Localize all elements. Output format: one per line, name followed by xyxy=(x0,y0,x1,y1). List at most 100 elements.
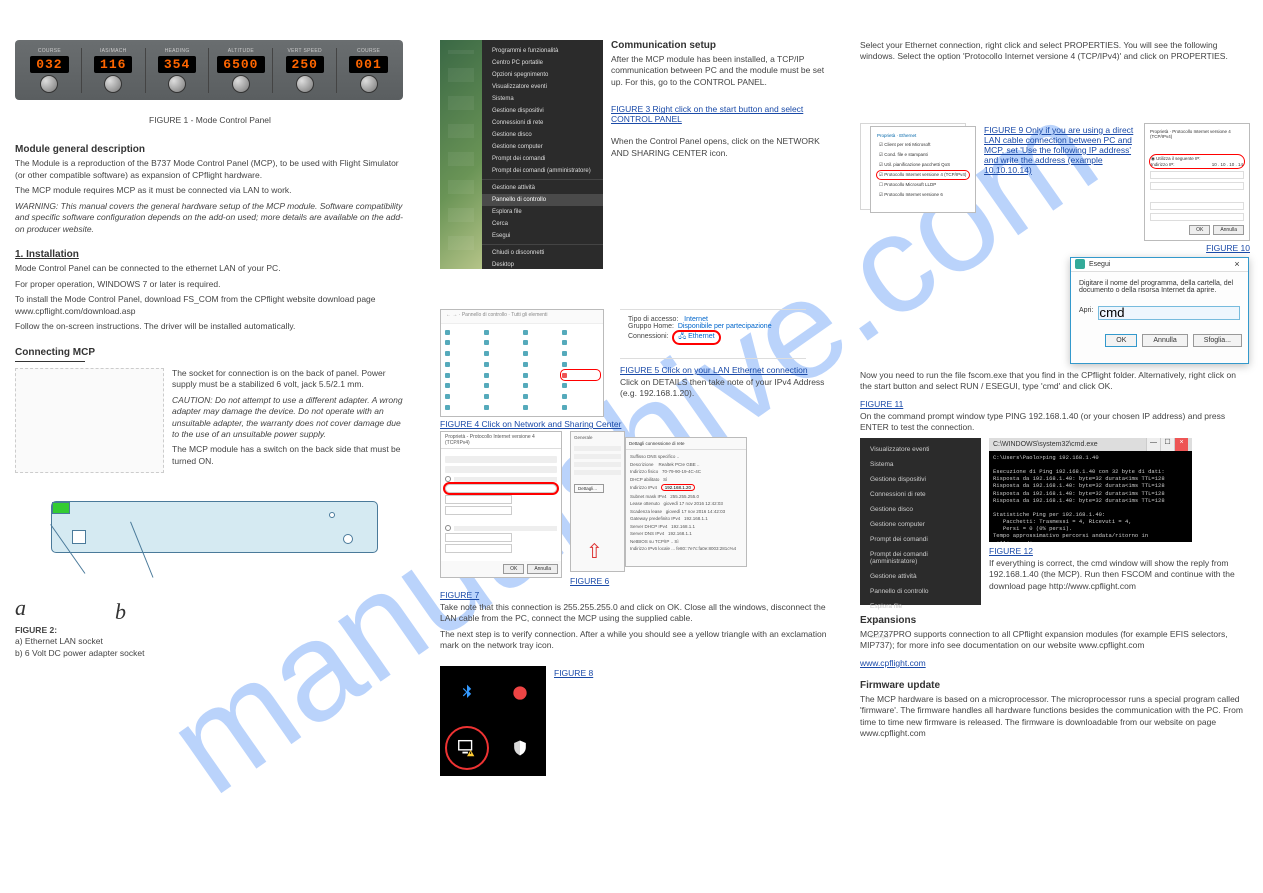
menu-item[interactable]: Gestione dispositivi xyxy=(482,105,603,117)
details-button[interactable]: Dettagli... xyxy=(574,484,604,493)
run-input[interactable] xyxy=(1098,306,1240,320)
cp-icon[interactable] xyxy=(523,382,560,390)
menu-item[interactable]: Pannello di controllo xyxy=(860,584,981,599)
figure6-link: FIGURE 6 xyxy=(570,576,609,586)
section-title-general: Module general description xyxy=(15,144,405,155)
dialog-title: Proprietà - Protocollo Internet versione… xyxy=(441,432,561,449)
maximize-icon[interactable]: ☐ xyxy=(1160,438,1174,451)
menu-item[interactable]: Sistema xyxy=(482,93,603,105)
cp-icon[interactable] xyxy=(562,350,599,358)
network-center-icon[interactable] xyxy=(562,371,599,379)
cp-icon[interactable] xyxy=(484,339,521,347)
website-link[interactable]: www.cpflight.com xyxy=(860,658,926,668)
body-text: The MCP hardware is based on a microproc… xyxy=(860,694,1250,740)
ok-button[interactable]: OK xyxy=(503,564,524,574)
cancel-button[interactable]: Annulla xyxy=(1213,225,1244,235)
menu-item[interactable]: Connessioni di rete xyxy=(482,117,603,129)
menu-item[interactable]: Gestione attività xyxy=(860,569,981,584)
cp-icon[interactable] xyxy=(484,393,521,401)
menu-item[interactable]: Visualizzatore eventi xyxy=(482,81,603,93)
cp-icon[interactable] xyxy=(523,393,560,401)
cp-icon[interactable] xyxy=(445,360,482,368)
ip-input-ring xyxy=(445,484,557,493)
cp-icon[interactable] xyxy=(484,403,521,411)
knob-icon xyxy=(360,75,378,93)
adapter-dialog: Proprietà · Ethernet ☑ Client per reti M… xyxy=(870,126,976,213)
menu-item[interactable]: Desktop xyxy=(482,259,603,271)
menu-item[interactable]: Gestione dispositivi xyxy=(860,472,981,487)
menu-item[interactable]: Connessioni di rete xyxy=(860,487,981,502)
flight-panel-figure: COURSE032 IAS/MACH116 HEADING354 ALTITUD… xyxy=(15,40,403,100)
menu-item[interactable]: Prompt dei comandi (amministratore) xyxy=(860,547,981,569)
cp-icon[interactable] xyxy=(562,393,599,401)
menu-item[interactable]: Chiudi o disconnetti xyxy=(482,247,603,259)
cp-icon[interactable] xyxy=(523,371,560,379)
cp-icon[interactable] xyxy=(562,328,599,336)
menu-item[interactable]: Prompt dei comandi (amministratore) xyxy=(482,165,603,177)
menu-item[interactable]: Centro PC portatile xyxy=(482,57,603,69)
menu-item[interactable]: Pannello di controllo xyxy=(482,194,603,206)
cp-icon[interactable] xyxy=(523,403,560,411)
body-text: The Module is a reproduction of the B737… xyxy=(15,158,405,181)
cp-icon[interactable] xyxy=(484,382,521,390)
cp-icon[interactable] xyxy=(484,350,521,358)
network-warn-icon xyxy=(452,733,482,763)
dark-menu: Programmi e funzionalitàCentro PC portat… xyxy=(482,40,603,269)
cp-icon[interactable] xyxy=(445,350,482,358)
cp-icon[interactable] xyxy=(562,382,599,390)
menu-item[interactable]: Gestione attività xyxy=(482,182,603,194)
cp-icon[interactable] xyxy=(562,403,599,411)
column-1: COURSE032 IAS/MACH116 HEADING354 ALTITUD… xyxy=(15,40,405,663)
cp-icon[interactable] xyxy=(523,328,560,336)
fp-lcd: 250 xyxy=(286,56,324,73)
cp-icon[interactable] xyxy=(445,393,482,401)
menu-item[interactable]: Visualizzatore eventi xyxy=(860,442,981,457)
menu-item[interactable]: Gestione computer xyxy=(860,517,981,532)
menu-item[interactable]: Opzioni spegnimento xyxy=(482,69,603,81)
cmd-window: C:\WINDOWS\system32\cmd.exe — ☐ × C:\Use… xyxy=(989,438,1192,542)
details-figure: Generale Dettagli... Dettagli connession… xyxy=(570,431,830,572)
menu-item[interactable]: Gestione computer xyxy=(482,141,603,153)
cp-icon[interactable] xyxy=(445,328,482,336)
ipv4-dialog: Proprietà · Protocollo Internet versione… xyxy=(1144,123,1250,241)
menu-item[interactable]: Cerca xyxy=(482,218,603,230)
cancel-button[interactable]: Annulla xyxy=(1142,334,1187,347)
browse-button[interactable]: Sfoglia... xyxy=(1193,334,1242,347)
window-titlebar: ← → · Pannello di controllo · Tutti gli … xyxy=(441,310,603,324)
close-icon[interactable]: × xyxy=(1174,438,1188,451)
minimize-icon[interactable]: — xyxy=(1146,438,1160,451)
fp-lcd: 116 xyxy=(94,56,132,73)
cp-icon[interactable] xyxy=(523,350,560,358)
menu-item[interactable]: Esplora file xyxy=(860,599,981,614)
figure7-link: FIGURE 7 xyxy=(440,590,479,600)
cp-icon[interactable] xyxy=(523,360,560,368)
cp-icon[interactable] xyxy=(523,339,560,347)
cp-icon[interactable] xyxy=(445,382,482,390)
cp-icon[interactable] xyxy=(484,328,521,336)
shield-icon xyxy=(505,733,535,763)
underline-rule xyxy=(15,361,85,362)
cp-icon[interactable] xyxy=(445,339,482,347)
menu-item[interactable]: Sistema xyxy=(860,457,981,472)
menu-item[interactable]: Gestione disco xyxy=(860,502,981,517)
menu-item[interactable]: Prompt dei comandi xyxy=(482,153,603,165)
ok-button[interactable]: OK xyxy=(1105,334,1137,347)
menu-item[interactable]: Programmi e funzionalità xyxy=(482,45,603,57)
cp-icon[interactable] xyxy=(562,360,599,368)
menu-item[interactable]: Gestione disco xyxy=(482,129,603,141)
body-text: The MCP module requires MCP as it must b… xyxy=(15,185,405,196)
cp-icon[interactable] xyxy=(484,360,521,368)
cp-icon[interactable] xyxy=(484,371,521,379)
menu-item[interactable]: Esplora file xyxy=(482,206,603,218)
cp-icon[interactable] xyxy=(445,403,482,411)
menu-item[interactable]: Esegui xyxy=(482,230,603,242)
close-icon[interactable]: × xyxy=(1230,259,1244,269)
cancel-button[interactable]: Annulla xyxy=(527,564,558,574)
body-text: The next step is to verify connection. A… xyxy=(440,629,830,652)
letter-b: b xyxy=(115,599,126,624)
ok-button[interactable]: OK xyxy=(1189,225,1210,235)
section-title-comm: Communication setup xyxy=(611,40,830,51)
cp-icon[interactable] xyxy=(562,339,599,347)
menu-item[interactable]: Prompt dei comandi xyxy=(860,532,981,547)
cp-icon[interactable] xyxy=(445,371,482,379)
